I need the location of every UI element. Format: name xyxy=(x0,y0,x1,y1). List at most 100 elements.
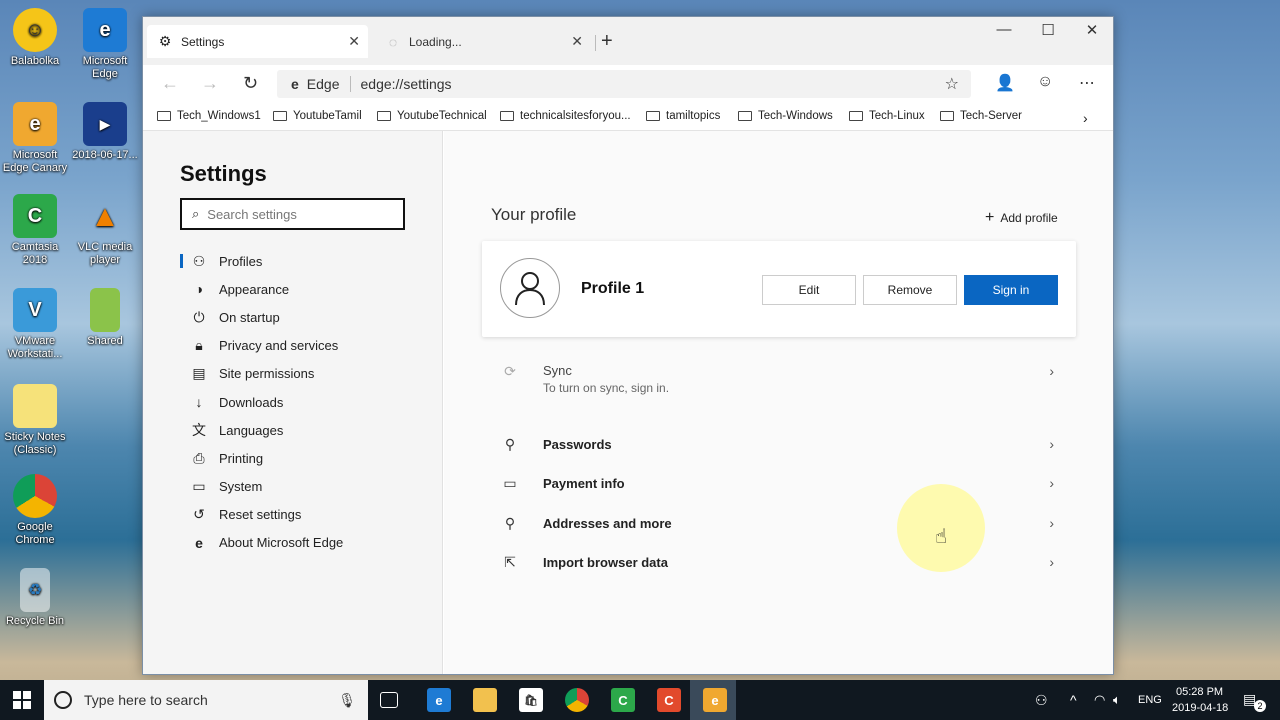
favorite-item[interactable]: Tech-Server xyxy=(940,110,1022,122)
taskbar-search[interactable]: Type here to search 🎙︎ xyxy=(44,680,368,720)
chevron-right-icon[interactable]: › xyxy=(1083,110,1088,126)
forward-icon[interactable]: → xyxy=(201,73,219,94)
microphone-icon[interactable]: 🎙︎ xyxy=(338,692,356,709)
sidebar-item-about[interactable]: e About Microsoft Edge xyxy=(180,529,343,557)
profile-icon[interactable]: 👤 xyxy=(995,73,1015,93)
emoji-icon[interactable]: ☺ xyxy=(1037,73,1053,91)
add-profile-button[interactable]: + Add profile xyxy=(985,209,1058,227)
sidebar-item-label: Privacy and services xyxy=(219,338,339,354)
minimize-icon[interactable]: — xyxy=(989,21,1019,38)
clock-time[interactable]: 05:28 PM xyxy=(1176,686,1223,698)
sidebar-item-label: Profiles xyxy=(219,253,263,269)
edge-canary-icon: e xyxy=(13,102,57,146)
edit-button[interactable]: Edit xyxy=(762,275,856,305)
volume-icon[interactable]: 🔈︎ xyxy=(1113,692,1121,708)
desktop-icon-sticky[interactable]: Sticky Notes (Classic) xyxy=(0,384,70,457)
favorite-item[interactable]: Tech-Linux xyxy=(849,110,925,122)
import-row[interactable]: ⇱ Import browser data › xyxy=(482,543,1076,581)
settings-sidebar: Settings ⌕ Search settings ⚇ Profiles ◑ Ap… xyxy=(143,131,443,674)
address-bar[interactable]: e Edge edge://settings ☆ xyxy=(277,70,971,98)
sidebar-item-appearance[interactable]: ◑ Appearance xyxy=(180,275,343,303)
settings-content: Settings ⌕ Search settings ⚇ Profiles ◑ Ap… xyxy=(143,131,1113,674)
edge-icon: e xyxy=(291,76,299,92)
favorite-item[interactable]: Tech-Windows xyxy=(738,110,833,122)
close-window-icon[interactable]: ✕ xyxy=(1077,21,1107,39)
edge-canary-icon[interactable]: e xyxy=(703,688,727,712)
passwords-row[interactable]: ⚲ Passwords › xyxy=(482,425,1076,463)
favorite-item[interactable]: YoutubeTamil xyxy=(273,110,362,122)
close-tab-icon[interactable]: ✕ xyxy=(571,33,583,50)
settings-main: Your profile + Add profile Profile 1 Edit… xyxy=(444,131,1113,674)
desktop-icon-recycle[interactable]: ♻ Recycle Bin xyxy=(0,568,70,628)
sign-in-button[interactable]: Sign in xyxy=(964,275,1058,305)
profile-name: Profile 1 xyxy=(581,280,645,297)
video-icon: ▶ xyxy=(83,102,127,146)
notification-count: 2 xyxy=(1254,700,1266,712)
sync-row[interactable]: ⟳ Sync To turn on sync, sign in. › xyxy=(482,357,1076,403)
sidebar-item-system[interactable]: ▭ System xyxy=(180,473,343,501)
desktop-icon-edge[interactable]: e Microsoft Edge xyxy=(70,8,140,81)
printer-icon: ⎙ xyxy=(193,449,205,466)
reset-icon: ↺ xyxy=(193,506,205,523)
refresh-icon[interactable]: ↻ xyxy=(243,73,258,94)
sidebar-item-profiles[interactable]: ⚇ Profiles xyxy=(180,247,343,275)
chevron-right-icon: › xyxy=(1049,554,1054,570)
camtasia-icon[interactable]: C xyxy=(611,688,635,712)
start-button[interactable] xyxy=(13,691,31,709)
clock-date[interactable]: 2019-04-18 xyxy=(1172,702,1228,714)
desktop-icon-camtasia[interactable]: C Camtasia 2018 xyxy=(0,194,70,267)
desktop-icon-chrome[interactable]: Google Chrome xyxy=(0,474,70,547)
file-explorer-icon[interactable] xyxy=(473,688,497,712)
cortana-icon xyxy=(54,691,72,709)
desktop-icon-video[interactable]: ▶ 2018-06-17... xyxy=(70,102,140,162)
task-view-icon[interactable] xyxy=(380,692,398,708)
sidebar-item-printing[interactable]: ⎙ Printing xyxy=(180,444,343,472)
desktop-icon-balabolka[interactable]: ☺ Balabolka xyxy=(0,8,70,68)
new-tab-icon[interactable]: + xyxy=(601,30,613,53)
payment-row[interactable]: ▭ Payment info › xyxy=(482,464,1076,502)
chevron-up-icon[interactable]: ^ xyxy=(1070,692,1077,708)
sidebar-item-startup[interactable]: ⏻ On startup xyxy=(180,303,343,331)
store-icon[interactable]: 🛍︎ xyxy=(519,688,543,712)
more-icon[interactable]: ⋯ xyxy=(1079,73,1095,93)
favorite-item[interactable]: YoutubeTechnical xyxy=(377,110,487,122)
vmware-icon: V xyxy=(13,288,57,332)
desktop-icon-shared[interactable]: Shared xyxy=(70,288,140,348)
sidebar-item-privacy[interactable]: 🔒︎ Privacy and services xyxy=(180,332,343,360)
desktop-icon-edge-canary[interactable]: e Microsoft Edge Canary xyxy=(0,102,70,175)
sidebar-item-permissions[interactable]: ▤ Site permissions xyxy=(180,360,343,388)
people-icon[interactable]: ⚇ xyxy=(1035,692,1048,709)
desktop-icon-vlc[interactable]: ▲ VLC media player xyxy=(70,194,140,267)
close-tab-icon[interactable]: ✕ xyxy=(348,33,360,50)
language-indicator[interactable]: ENG xyxy=(1138,694,1162,706)
network-icon[interactable]: ◠ xyxy=(1094,692,1105,708)
chrome-icon[interactable] xyxy=(565,688,589,712)
sidebar-item-reset[interactable]: ↺ Reset settings xyxy=(180,501,343,529)
addresses-row[interactable]: ⚲ Addresses and more › xyxy=(482,504,1076,542)
maximize-icon[interactable]: ☐ xyxy=(1033,21,1063,39)
camtasia-icon: C xyxy=(13,194,57,238)
sidebar-item-downloads[interactable]: ↓ Downloads xyxy=(180,388,343,416)
folder-icon xyxy=(273,111,287,121)
camtasia-recorder-icon[interactable]: C xyxy=(657,688,681,712)
tab-loading[interactable]: ◌ Loading... ✕ xyxy=(375,25,591,58)
favorite-item[interactable]: tamiltopics xyxy=(646,110,720,122)
tab-settings[interactable]: ⚙ Settings ✕ xyxy=(147,25,368,58)
desktop-icon-label: Microsoft Edge Canary xyxy=(2,149,68,174)
row-label: Sync xyxy=(543,363,572,378)
favorite-item[interactable]: technicalsitesforyou... xyxy=(500,110,631,122)
edge-icon[interactable]: e xyxy=(427,688,451,712)
search-input[interactable]: ⌕ Search settings xyxy=(180,198,405,230)
sidebar-item-languages[interactable]: 文 Languages xyxy=(180,416,343,444)
back-icon[interactable]: ← xyxy=(161,73,179,94)
sidebar-item-label: Appearance xyxy=(219,281,290,297)
tab-title: Loading... xyxy=(409,34,462,49)
sidebar-item-label: About Microsoft Edge xyxy=(219,535,344,551)
desktop-icon-label: Shared xyxy=(87,335,123,347)
row-label: Payment info xyxy=(543,475,625,491)
star-icon[interactable]: ☆ xyxy=(945,74,959,94)
power-icon: ⏻ xyxy=(193,308,205,325)
desktop-icon-vmware[interactable]: V VMware Workstati... xyxy=(0,288,70,361)
remove-button[interactable]: Remove xyxy=(863,275,957,305)
favorite-item[interactable]: Tech_Windows1 xyxy=(157,110,261,122)
